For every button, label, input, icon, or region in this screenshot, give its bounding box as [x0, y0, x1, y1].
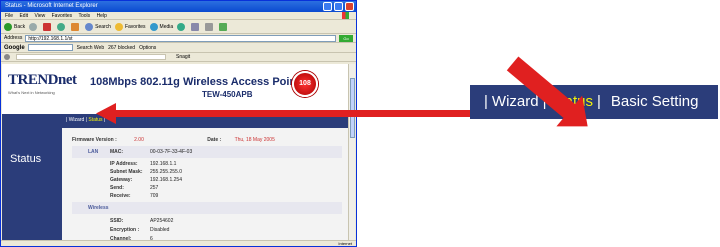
trendnet-logo: TRENDnet What's Next in Networking	[8, 72, 77, 95]
back-arrow-icon	[4, 22, 12, 31]
menu-help[interactable]: Help	[97, 13, 107, 19]
callout-status-link[interactable]: Status	[550, 93, 593, 110]
router-side-panel: Status	[2, 128, 62, 242]
wireless-section-label: Wireless	[88, 205, 109, 211]
lan-send-row: Send: 257	[110, 185, 159, 191]
home-icon	[71, 22, 80, 31]
maximize-icon[interactable]	[334, 2, 343, 11]
router-nav-bar: | Wizard | Status |	[2, 114, 350, 128]
lan-receive-row: Receive: 709	[110, 193, 159, 199]
lan-gateway-row: Gateway: 192.168.1.254	[110, 177, 182, 183]
lan-ip-row: IP Address: 192.168.1.1	[110, 161, 177, 167]
scrollbar-thumb[interactable]	[350, 78, 355, 138]
links-bar: Snagit	[1, 53, 356, 62]
stop-icon	[43, 22, 52, 31]
product-title: 108Mbps 802.11g Wireless Access Point	[90, 76, 300, 88]
page-viewport: TRENDnet What's Next in Networking 108Mb…	[2, 64, 350, 242]
lan-section-label: LAN	[88, 149, 99, 155]
callout-nav: | Wizard | Status | Basic Setting	[484, 93, 699, 110]
mail-button[interactable]	[191, 22, 201, 31]
address-label: Address	[4, 35, 23, 41]
back-button[interactable]: Back	[4, 22, 25, 31]
108-badge-icon: 108	[292, 71, 318, 97]
nav-zoom-callout: | Wizard | Status | Basic Setting	[470, 85, 718, 119]
google-toolbar: Google Search Web 267 blocked Options	[1, 43, 356, 53]
close-icon[interactable]	[345, 2, 354, 11]
window-title: Status - Microsoft Internet Explorer	[5, 3, 98, 9]
side-status-label: Status	[10, 153, 42, 165]
standard-toolbar: Back Search Favorites Media	[1, 20, 356, 34]
firmware-date: Thu, 18 May 2005	[234, 137, 275, 143]
address-input[interactable]: http://192.168.1.1/st	[25, 34, 336, 42]
google-search-input[interactable]	[27, 44, 73, 51]
forward-button[interactable]	[29, 22, 39, 31]
menu-favorites[interactable]: Favorites	[52, 13, 73, 19]
nav-status-link[interactable]: Status	[88, 117, 102, 123]
menu-bar: File Edit View Favorites Tools Help	[1, 12, 356, 20]
options-button[interactable]: Options	[139, 45, 156, 51]
search-web-button[interactable]: Search Web	[77, 45, 104, 51]
title-bar: Status - Microsoft Internet Explorer	[1, 1, 356, 12]
wireless-encryption-row: Encryption : Disabled	[110, 227, 170, 233]
favorites-button[interactable]: Favorites	[114, 22, 146, 31]
media-button[interactable]: Media	[149, 22, 173, 31]
stop-button[interactable]	[43, 22, 53, 31]
router-nav: | Wizard | Status |	[66, 117, 106, 123]
callout-wizard-link[interactable]: Wizard	[492, 93, 539, 110]
history-button[interactable]	[177, 22, 187, 31]
refresh-button[interactable]	[57, 22, 67, 31]
nav-wizard-link[interactable]: Wizard	[69, 117, 85, 123]
print-button[interactable]	[205, 22, 215, 31]
links-field[interactable]	[16, 54, 166, 60]
forward-arrow-icon	[29, 22, 38, 31]
refresh-icon	[57, 22, 66, 31]
printer-icon	[205, 22, 214, 31]
menu-file[interactable]: File	[5, 13, 13, 19]
status-content: Firmware Version : 2.00 Date : Thu, 18 M…	[62, 128, 350, 242]
callout-basic-setting-link[interactable]: Basic Setting	[611, 93, 699, 110]
internet-zone-label: Internet	[338, 241, 352, 246]
lan-mask-row: Subnet Mask: 255.255.255.0	[110, 169, 182, 175]
minimize-icon[interactable]	[323, 2, 332, 11]
menu-edit[interactable]: Edit	[19, 13, 28, 19]
search-button[interactable]: Search	[85, 22, 111, 31]
edit-icon	[219, 22, 228, 31]
edit-button[interactable]	[219, 22, 229, 31]
product-model: TEW-450APB	[202, 90, 253, 99]
menu-view[interactable]: View	[34, 13, 45, 19]
google-logo: Google	[4, 44, 25, 51]
router-header: TRENDnet What's Next in Networking 108Mb…	[2, 64, 350, 114]
firmware-value: 2.00	[134, 137, 144, 143]
search-icon	[85, 22, 94, 31]
home-button[interactable]	[71, 22, 81, 31]
browser-status-bar: Internet	[1, 240, 356, 246]
media-icon	[149, 22, 158, 31]
popups-blocked-button[interactable]: 267 blocked	[108, 45, 135, 51]
history-icon	[177, 22, 186, 31]
go-button[interactable]: Go	[339, 34, 353, 42]
wireless-ssid-row: SSID: AP254602	[110, 218, 174, 224]
vertical-scrollbar[interactable]	[348, 64, 355, 242]
firmware-row: Firmware Version : 2.00 Date : Thu, 18 M…	[72, 137, 275, 143]
menu-tools[interactable]: Tools	[78, 13, 90, 19]
toolbar-icon	[4, 54, 10, 60]
mail-icon	[191, 22, 200, 31]
lan-mac-row: MAC: 00-03-7F-33-4F-03	[110, 149, 193, 155]
browser-window: Status - Microsoft Internet Explorer Fil…	[0, 0, 357, 247]
star-icon	[114, 22, 123, 31]
address-bar: Address http://192.168.1.1/st Go	[1, 34, 356, 43]
snagit-button[interactable]: Snagit	[176, 54, 190, 60]
wireless-section-bar	[72, 202, 342, 214]
windows-logo-icon	[342, 12, 349, 19]
